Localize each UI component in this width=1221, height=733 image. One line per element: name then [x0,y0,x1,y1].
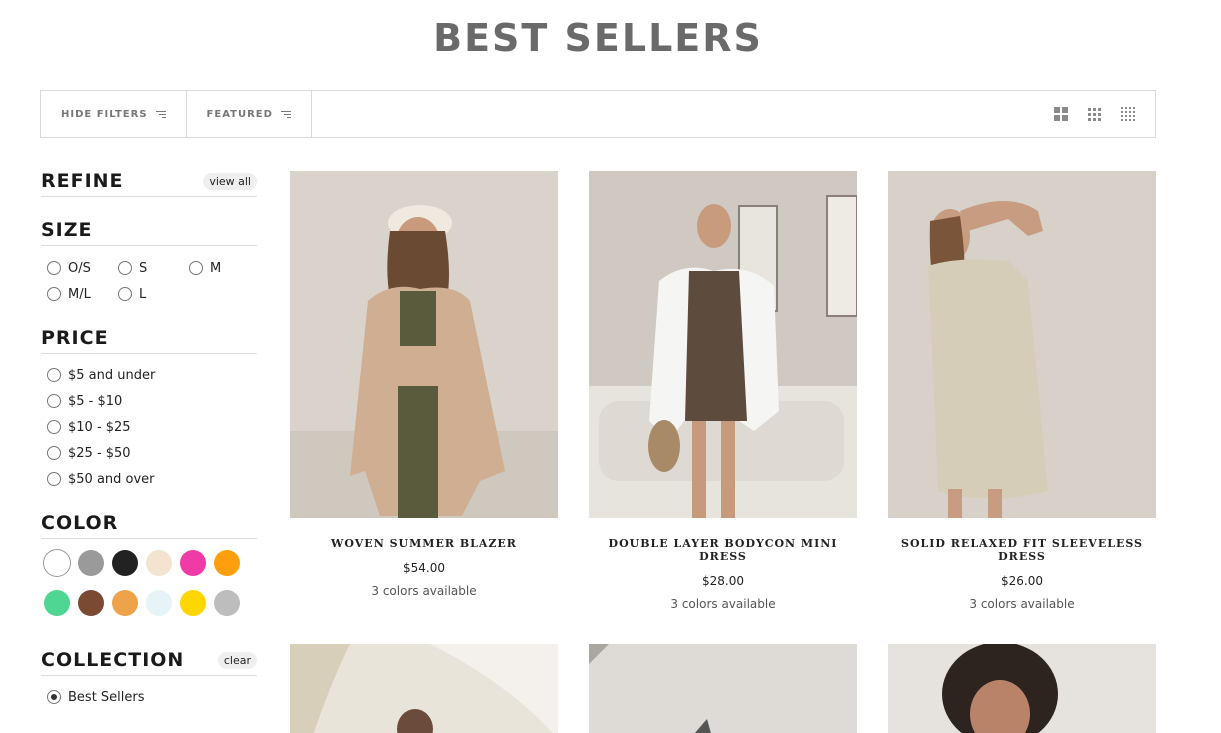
color-swatch[interactable] [112,550,138,576]
color-swatch[interactable] [44,590,70,616]
product-image[interactable] [589,171,857,518]
product-price: $26.00 [1001,574,1043,588]
product-price: $28.00 [702,574,744,588]
color-swatch[interactable] [180,590,206,616]
color-swatch[interactable] [180,550,206,576]
price-option[interactable]: $25 - $50 [41,440,257,466]
radio-icon [47,261,61,275]
sort-label: FEATURED [206,108,273,120]
color-swatch[interactable] [78,550,104,576]
product-image[interactable] [290,171,558,518]
size-options: O/S S M M/L L [41,255,257,307]
radio-icon [118,261,132,275]
collection-title: COLLECTION [41,649,185,671]
filter-sidebar: REFINE view all SIZE O/S S M M/L L PRICE… [41,170,257,710]
radio-icon [189,261,203,275]
radio-icon [47,446,61,460]
price-option[interactable]: $5 and under [41,362,257,388]
collection-header: COLLECTION clear [41,649,257,676]
size-option-os[interactable]: O/S [41,255,112,281]
product-name[interactable]: WOVEN SUMMER BLAZER [290,537,558,550]
hide-filters-button[interactable]: HIDE FILTERS [41,91,187,137]
product-image[interactable] [589,644,857,733]
color-swatch[interactable] [44,550,70,576]
price-options: $5 and under $5 - $10 $10 - $25 $25 - $5… [41,362,257,492]
grid-4-icon[interactable] [1121,107,1135,121]
refine-title: REFINE [41,170,124,192]
radio-icon [47,394,61,408]
price-title: PRICE [41,327,109,349]
color-swatch[interactable] [146,550,172,576]
radio-icon [47,368,61,382]
hide-filters-label: HIDE FILTERS [61,108,148,120]
sort-icon [280,110,291,118]
price-option[interactable]: $5 - $10 [41,388,257,414]
refine-header: REFINE view all [41,170,257,197]
size-option-m[interactable]: M [183,255,254,281]
product-colors: 3 colors available [969,597,1075,611]
radio-icon [118,287,132,301]
product-name[interactable]: SOLID RELAXED FIT SLEEVELESS DRESS [888,537,1156,563]
size-option-l[interactable]: L [112,281,183,307]
clear-button[interactable]: clear [217,651,257,669]
product-colors: 3 colors available [670,597,776,611]
color-swatch[interactable] [214,550,240,576]
product-card[interactable]: DOUBLE LAYER BODYCON MINI DRESS $28.00 3… [589,171,857,611]
product-name[interactable]: DOUBLE LAYER BODYCON MINI DRESS [589,537,857,563]
color-swatch[interactable] [78,590,104,616]
sort-button[interactable]: FEATURED [187,91,312,137]
collection-options: Best Sellers [41,684,257,710]
radio-selected-icon [47,690,61,704]
filter-toolbar: HIDE FILTERS FEATURED [40,90,1156,138]
color-header: COLOR [41,512,257,539]
color-title: COLOR [41,512,119,534]
filter-icon [155,110,166,118]
view-all-button[interactable]: view all [203,172,257,190]
price-option[interactable]: $10 - $25 [41,414,257,440]
size-header: SIZE [41,219,257,246]
product-image[interactable] [888,644,1156,733]
product-card[interactable]: SOLID RELAXED FIT SLEEVELESS DRESS $26.0… [888,171,1156,611]
grid-3-icon[interactable] [1088,107,1101,121]
size-title: SIZE [41,219,93,241]
size-option-s[interactable]: S [112,255,183,281]
page-title: BEST SELLERS [433,16,763,60]
color-swatches [41,550,257,616]
product-image[interactable] [290,644,558,733]
product-image[interactable] [888,171,1156,518]
radio-icon [47,472,61,486]
grid-2-icon[interactable] [1054,107,1068,121]
color-swatch[interactable] [146,590,172,616]
product-card[interactable]: WOVEN SUMMER BLAZER $54.00 3 colors avai… [290,171,558,598]
color-swatch[interactable] [112,590,138,616]
product-colors: 3 colors available [371,584,477,598]
product-price: $54.00 [403,561,445,575]
price-header: PRICE [41,327,257,354]
radio-icon [47,420,61,434]
price-option[interactable]: $50 and over [41,466,257,492]
size-option-ml[interactable]: M/L [41,281,112,307]
color-swatch[interactable] [214,590,240,616]
radio-icon [47,287,61,301]
collection-option-best-sellers[interactable]: Best Sellers [41,684,257,710]
